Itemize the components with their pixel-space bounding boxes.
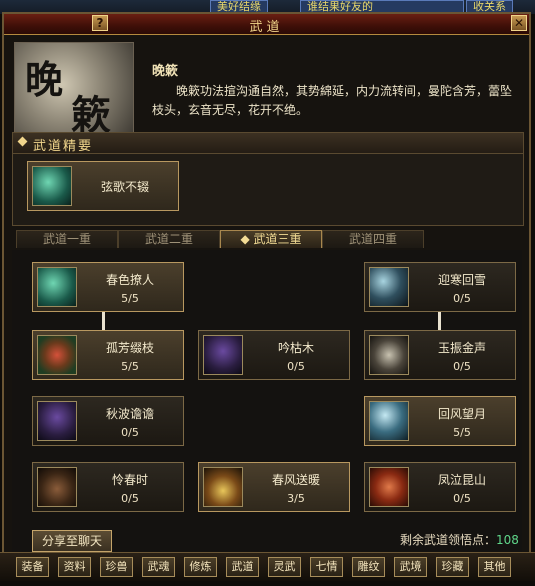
- skill-card-chunfeng[interactable]: 春风送暖 3/5: [198, 462, 350, 512]
- skill-description: 晚簌功法揎沟通自然，其势綿延，内力流转间，曼陀含芳，蕾坠枝头，玄音无尽，花开不绝…: [152, 84, 513, 117]
- skill-card-huifeng[interactable]: 回风望月 5/5: [364, 396, 516, 446]
- skill-card-name: 怜春时: [111, 473, 148, 487]
- skill-card-level: 0/5: [121, 426, 139, 439]
- tab-tier-2[interactable]: 武道二重: [118, 230, 220, 248]
- skill-card-level: 0/5: [453, 492, 471, 505]
- red-swirl-icon: [369, 467, 409, 507]
- title-bar[interactable]: ? 武道 ✕: [4, 14, 529, 35]
- skill-card-name: 秋波谵谵: [105, 407, 154, 421]
- skill-card-yinghan[interactable]: 迎寒回雪 0/5: [364, 262, 516, 312]
- skill-card-gufang[interactable]: 孤芳缀枝 5/5: [32, 330, 184, 380]
- skill-card-name: 春色撩人: [105, 273, 154, 287]
- emblem-char: 簌: [71, 92, 111, 136]
- skill-card-fengqi[interactable]: 凤泣昆山 0/5: [364, 462, 516, 512]
- menu-button-wuhun[interactable]: 武魂: [142, 557, 175, 577]
- remaining-value: 108: [496, 533, 519, 547]
- tree-connector: [102, 312, 105, 330]
- flower-icon: [37, 335, 77, 375]
- skill-card-name: 玉振金声: [437, 341, 486, 355]
- skill-card-level: 3/5: [287, 492, 305, 505]
- skill-card-level: 0/5: [287, 360, 305, 373]
- essence-header: 武道精要: [13, 133, 523, 154]
- diamond-icon: [17, 136, 28, 147]
- menu-button-lingwu[interactable]: 灵武: [268, 557, 301, 577]
- share-to-chat-button[interactable]: 分享至聊天: [32, 530, 112, 552]
- emblem-char: 晚: [25, 57, 64, 102]
- window-title: 武道: [249, 20, 284, 35]
- skill-card-lianchun[interactable]: 怜春时 0/5: [32, 462, 184, 512]
- skill-card-name: 迎寒回雪: [437, 273, 486, 287]
- skill-card-name: 吟枯木: [277, 341, 314, 355]
- skill-card-level: 5/5: [121, 360, 139, 373]
- skill-card-level: 0/5: [453, 292, 471, 305]
- menu-button-wudao[interactable]: 武道: [226, 557, 259, 577]
- moon-figure-icon: [369, 401, 409, 441]
- purple-swirl-icon: [203, 335, 243, 375]
- skill-card-name: 弦歌不辍: [100, 180, 149, 194]
- calligraphy-emblem: 晚 簌: [14, 42, 134, 136]
- skill-header: 晚 簌 晚簌 晚簌功法揎沟通自然，其势綿延，内力流转间，曼陀含芳，蕾坠枝头，玄音…: [12, 36, 522, 136]
- menu-button-pets[interactable]: 珍兽: [100, 557, 133, 577]
- skill-card-chunse[interactable]: 春色撩人 5/5: [32, 262, 184, 312]
- scatter-icon: [369, 335, 409, 375]
- skill-card-level: 0/5: [453, 360, 471, 373]
- menu-button-qiqing[interactable]: 七情: [310, 557, 343, 577]
- close-button[interactable]: ✕: [511, 15, 527, 31]
- menu-button-diaowen[interactable]: 雕纹: [352, 557, 385, 577]
- menu-button-collection[interactable]: 珍藏: [436, 557, 469, 577]
- menu-button-equipment[interactable]: 装备: [16, 557, 49, 577]
- skill-card-name: 凤泣昆山: [437, 473, 486, 487]
- tab-tier-3[interactable]: ◆ 武道三重: [220, 230, 322, 248]
- skill-card-qiubo[interactable]: 秋波谵谵 0/5: [32, 396, 184, 446]
- skill-card-yuzhen[interactable]: 玉振金声 0/5: [364, 330, 516, 380]
- tree-connector: [438, 312, 441, 330]
- skill-card-name: 孤芳缀枝: [105, 341, 154, 355]
- skill-card-name: 春风送暖: [271, 473, 320, 487]
- tab-tier-4[interactable]: 武道四重: [322, 230, 424, 248]
- tab-tier-1[interactable]: 武道一重: [16, 230, 118, 248]
- remaining-label: 剩余武道领悟点：: [400, 533, 497, 547]
- skill-card-yinkumu[interactable]: 吟枯木 0/5: [198, 330, 350, 380]
- essence-section: 武道精要 弦歌不辍: [12, 132, 524, 226]
- essence-skill-card[interactable]: 弦歌不辍: [27, 161, 179, 211]
- teal-wave-icon: [32, 166, 72, 206]
- skill-card-name: 回风望月: [437, 407, 486, 421]
- essence-label: 武道精要: [33, 139, 94, 154]
- menu-button-other[interactable]: 其他: [478, 557, 511, 577]
- fan-icon: [203, 467, 243, 507]
- skill-card-level: 5/5: [121, 292, 139, 305]
- wudao-panel: ? 武道 ✕ 晚 簌 晚簌 晚簌功法揎沟通自然，其势綿延，内力流转间，曼陀含芳，…: [2, 12, 531, 585]
- menu-button-profile[interactable]: 资料: [58, 557, 91, 577]
- menu-button-wujing[interactable]: 武境: [394, 557, 427, 577]
- purple-wave-icon: [37, 401, 77, 441]
- bottom-menu-bar: 装备 资料 珍兽 武魂 修炼 武道 灵武 七情 雕纹 武境 珍藏 其他: [0, 552, 535, 581]
- moon-icon: [369, 267, 409, 307]
- skill-card-level: 5/5: [453, 426, 471, 439]
- menu-button-cultivate[interactable]: 修炼: [184, 557, 217, 577]
- skill-name: 晚簌: [152, 64, 179, 79]
- dark-flower-icon: [37, 467, 77, 507]
- remaining-points: 剩余武道领悟点：108: [400, 531, 519, 548]
- skill-tree: 春色撩人 5/5 迎寒回雪 0/5 孤芳缀枝 5/5 吟枯木 0/5 玉振金声 …: [12, 250, 522, 585]
- teal-wave-icon: [37, 267, 77, 307]
- tier-tabs: 武道一重 武道二重 ◆ 武道三重 武道四重: [12, 228, 522, 251]
- skill-card-level: 0/5: [121, 492, 139, 505]
